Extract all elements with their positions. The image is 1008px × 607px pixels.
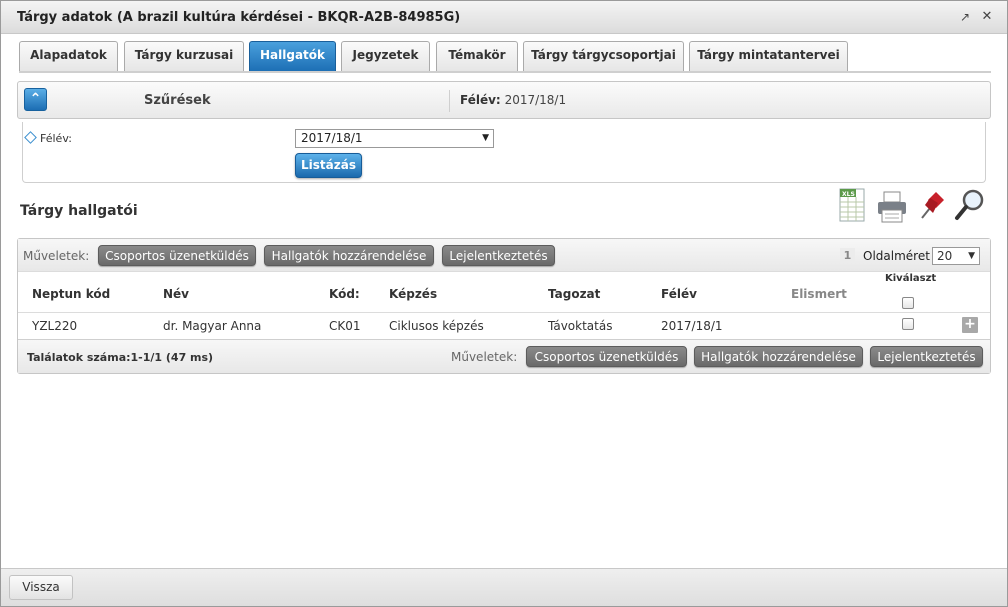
grid-toolbar: Műveletek: Csoportos üzenetküldés Hallga… xyxy=(18,239,990,272)
cell-name: dr. Magyar Anna xyxy=(163,319,262,333)
search-magnifier-icon[interactable] xyxy=(954,188,986,222)
row-select-checkbox[interactable] xyxy=(902,318,914,330)
unregister-button-bottom[interactable]: Lejelentkeztetés xyxy=(870,346,983,367)
tab-targy-mintatantervei[interactable]: Tárgy mintatantervei xyxy=(689,41,848,71)
column-header-name[interactable]: Név xyxy=(163,287,189,301)
collapse-chevrons-icon[interactable]: ⌃ xyxy=(24,88,47,111)
unregister-button[interactable]: Lejelentkeztetés xyxy=(442,245,555,266)
tab-targy-kurzusai[interactable]: Tárgy kurzusai xyxy=(124,41,244,71)
cell-semester: 2017/18/1 xyxy=(661,319,723,333)
tab-targy-targycsoportjai[interactable]: Tárgy tárgycsoportjai xyxy=(523,41,684,71)
select-all-checkbox[interactable] xyxy=(902,297,914,309)
assign-students-button-bottom[interactable]: Hallgatók hozzárendelése xyxy=(694,346,863,367)
filter-header[interactable]: ⌃ Szűrések Félév: 2017/18/1 xyxy=(17,81,991,119)
window-title: Tárgy adatok (A brazil kultúra kérdései … xyxy=(17,10,461,25)
svg-text:XLS: XLS xyxy=(842,191,855,198)
page-size-select[interactable]: 20 ▼ xyxy=(932,247,980,265)
tab-alapadatok[interactable]: Alapadatok xyxy=(19,41,118,71)
column-header-select: Kiválaszt xyxy=(885,273,937,284)
column-header-semester[interactable]: Félév xyxy=(661,287,697,301)
tab-jegyzetek[interactable]: Jegyzetek xyxy=(341,41,430,71)
students-grid: Műveletek: Csoportos üzenetküldés Hallga… xyxy=(17,238,991,374)
tab-underline xyxy=(19,71,991,73)
external-link-icon[interactable]: ↗ xyxy=(958,10,972,24)
grid-footer: Találatok száma:1-1/1 (47 ms) Műveletek:… xyxy=(18,339,990,373)
assign-students-button[interactable]: Hallgatók hozzárendelése xyxy=(264,245,434,266)
titlebar: Tárgy adatok (A brazil kultúra kérdései … xyxy=(1,1,1007,34)
column-header-training[interactable]: Képzés xyxy=(389,287,437,301)
cell-neptun: YZL220 xyxy=(32,319,78,333)
operations-label-bottom: Műveletek: xyxy=(451,350,518,364)
column-header-accepted[interactable]: Elismert xyxy=(791,287,847,301)
row-divider xyxy=(18,312,990,313)
page-number[interactable]: 1 xyxy=(840,248,855,263)
dropdown-arrow-icon: ▼ xyxy=(482,133,489,143)
filter-title: Szűrések xyxy=(144,93,211,108)
filter-semester-summary: Félév: 2017/18/1 xyxy=(460,93,566,107)
dialog-footer: Vissza xyxy=(1,568,1007,606)
group-message-button[interactable]: Csoportos üzenetküldés xyxy=(98,245,256,266)
tab-temakor[interactable]: Témakör xyxy=(436,41,518,71)
tab-hallgatok[interactable]: Hallgatók xyxy=(249,41,336,71)
subject-dialog: Tárgy adatok (A brazil kultúra kérdései … xyxy=(0,0,1008,607)
cell-mode: Távoktatás xyxy=(548,319,613,333)
filter-semester-value: 2017/18/1 xyxy=(504,93,567,107)
semester-field-label: Félév: xyxy=(24,131,72,145)
filter-panel: Félév: 2017/18/1 ▼ Listázás xyxy=(22,122,986,183)
semester-field-text: Félév: xyxy=(40,132,72,145)
back-button[interactable]: Vissza xyxy=(9,575,73,600)
filter-semester-label: Félév: xyxy=(460,93,501,107)
operations-label: Műveletek: xyxy=(23,249,90,263)
cell-training: Ciklusos képzés xyxy=(389,319,484,333)
semester-select-value: 2017/18/1 xyxy=(301,131,363,145)
expand-row-plus-icon[interactable]: + xyxy=(962,317,978,333)
column-header-neptun[interactable]: Neptun kód xyxy=(32,287,110,301)
divider xyxy=(449,90,450,112)
page-size-value: 20 xyxy=(937,249,953,263)
pin-icon[interactable] xyxy=(916,188,946,222)
list-button[interactable]: Listázás xyxy=(295,153,362,178)
semester-select[interactable]: 2017/18/1 ▼ xyxy=(295,129,494,148)
xls-export-icon[interactable]: XLS xyxy=(838,188,866,222)
column-header-code[interactable]: Kód: xyxy=(329,287,360,301)
section-title: Tárgy hallgatói xyxy=(20,203,138,219)
page-size-label: Oldalméret xyxy=(863,249,930,263)
cell-code: CK01 xyxy=(329,319,361,333)
group-message-button-bottom[interactable]: Csoportos üzenetküldés xyxy=(526,346,687,367)
close-icon[interactable]: ✕ xyxy=(980,10,994,24)
dropdown-arrow-icon: ▼ xyxy=(968,251,975,261)
results-count: Találatok száma:1-1/1 (47 ms) xyxy=(27,351,214,364)
diamond-bullet-icon xyxy=(24,131,37,144)
print-icon[interactable] xyxy=(876,190,908,224)
column-header-mode[interactable]: Tagozat xyxy=(548,287,600,301)
